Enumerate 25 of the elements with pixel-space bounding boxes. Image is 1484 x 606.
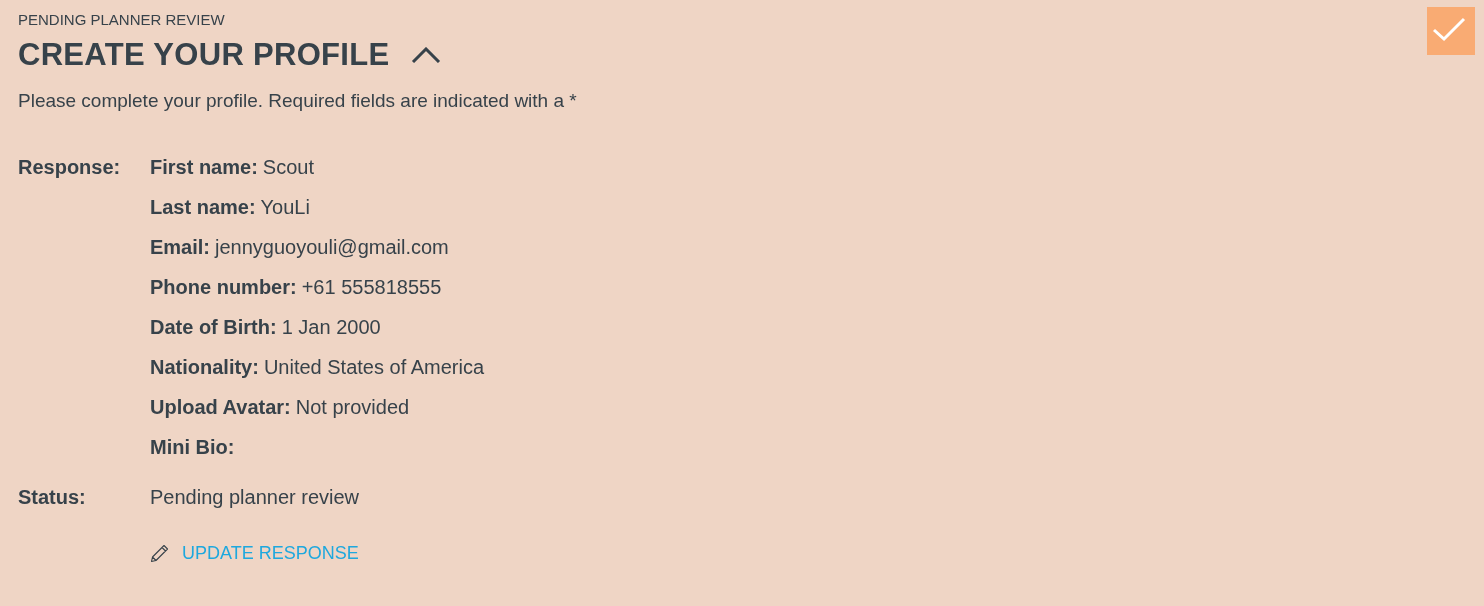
chevron-icon[interactable] [411, 47, 442, 63]
field-value: Scout [262, 156, 314, 178]
response-label: Response: [18, 155, 122, 180]
intro-text: Please complete your profile. Required fields are indicated with a * [18, 89, 578, 113]
field-value: United States of America [263, 356, 484, 378]
field-value: +61 555818555 [301, 276, 442, 298]
field-label: Date of Birth: [150, 316, 277, 338]
field-label: Nationality: [150, 356, 259, 378]
field-label: Mini Bio: [150, 436, 235, 458]
field-label: Phone number: [150, 276, 297, 298]
update-response-link[interactable]: UPDATE RESPONSE [150, 542, 359, 564]
status-label: Status: [18, 485, 87, 510]
section-title: CREATE YOUR PROFILE [18, 36, 390, 74]
field-label: Email: [150, 236, 211, 258]
field-label: Last name: [150, 196, 256, 218]
field-value: Not provided [295, 396, 410, 418]
field-label: Upload Avatar: [150, 396, 291, 418]
status-value: Pending planner review [150, 485, 361, 510]
checkbox-icon[interactable] [1427, 7, 1475, 55]
field-value: 1 Jan 2000 [281, 316, 381, 338]
section-overline: PENDING PLANNER REVIEW [18, 10, 226, 30]
field-value: YouLi [260, 196, 310, 218]
pencil-icon [150, 543, 170, 563]
field-label: First name: [150, 156, 258, 178]
field-value: jennyguoyouli@gmail.com [215, 236, 449, 258]
